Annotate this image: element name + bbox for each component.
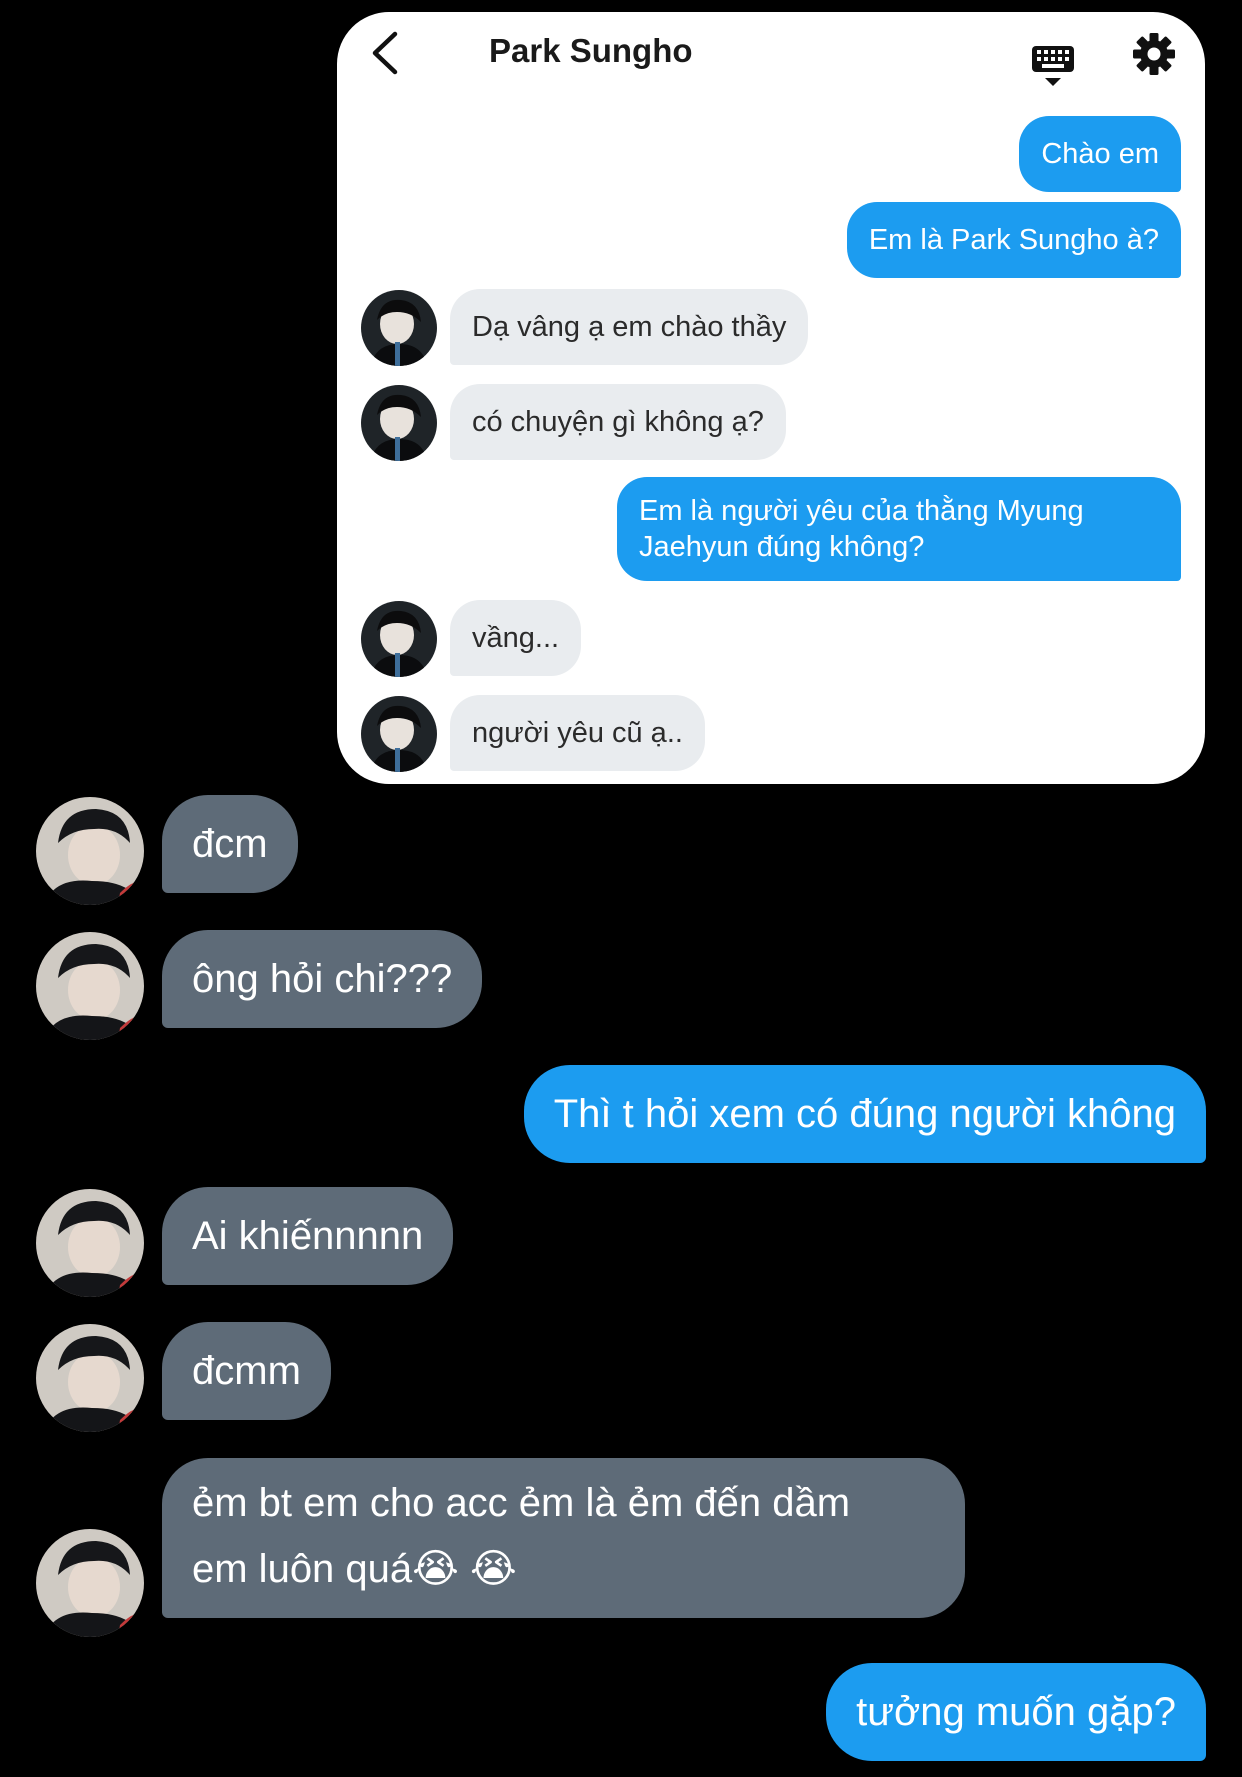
message-text: tưởng muốn gặp? (856, 1690, 1176, 1734)
message-text: Em là người yêu của thằng Myung (639, 495, 1084, 527)
avatar-photo (36, 1529, 144, 1637)
avatar (361, 601, 437, 677)
avatar-photo (36, 1189, 144, 1297)
message-text: ẻm bt em cho acc ẻm là ẻm đến dầm (192, 1481, 851, 1525)
message-text: có chuyện gì không ạ? (472, 406, 764, 438)
message-text: Em là Park Sungho à? (868, 224, 1159, 256)
chevron-left-icon[interactable] (367, 30, 407, 76)
message-bubble-sent: Em là Park Sungho à? (846, 202, 1181, 278)
avatar (361, 290, 437, 366)
avatar (36, 932, 144, 1040)
avatar-photo (36, 932, 144, 1040)
message-bubble-received: ẻm bt em cho acc ẻm là ẻm đến dầm em luô… (162, 1458, 965, 1618)
message-text: vầng... (472, 622, 560, 654)
message-text: Thì t hỏi xem có đúng người không (553, 1092, 1176, 1136)
message-text: Dạ vâng ạ em chào thầy (472, 311, 787, 343)
message-bubble-received: người yêu cũ ạ.. (450, 695, 705, 771)
message-bubble-sent: Chào em (1019, 116, 1181, 192)
avatar (361, 696, 437, 772)
message-text: đcmm (192, 1349, 301, 1393)
avatar (36, 797, 144, 905)
message-bubble-received: có chuyện gì không ạ? (450, 384, 786, 460)
avatar (36, 1324, 144, 1432)
avatar-photo (36, 797, 144, 905)
avatar (36, 1529, 144, 1637)
contact-name: Park Sungho (489, 32, 693, 69)
embedded-chat-card: Park Sungho Chào em Em là Park Sungho à?… (337, 12, 1205, 784)
message-bubble-received: vầng... (450, 600, 582, 676)
message-text: ông hỏi chi??? (192, 957, 453, 1001)
message-text: em luôn quá😭 😭 (192, 1547, 517, 1591)
message-text: Chào em (1041, 138, 1159, 170)
gear-icon[interactable] (1132, 32, 1176, 76)
message-bubble-received: Ai khiếnnnnn (162, 1187, 454, 1285)
avatar (361, 385, 437, 461)
message-text: người yêu cũ ạ.. (472, 717, 683, 749)
message-bubble-received: Dạ vâng ạ em chào thầy (450, 289, 809, 365)
message-bubble-received: đcmm (162, 1322, 331, 1420)
avatar-photo (361, 290, 437, 366)
avatar-photo (361, 385, 437, 461)
message-text: Jaehyun đúng không? (639, 531, 925, 563)
message-bubble-received: đcm (162, 795, 298, 893)
message-text: Ai khiếnnnnn (192, 1214, 424, 1258)
message-text: đcm (192, 822, 268, 866)
avatar-photo (36, 1324, 144, 1432)
avatar (36, 1189, 144, 1297)
avatar-photo (361, 601, 437, 677)
chat-header: Park Sungho (337, 12, 1205, 112)
message-bubble-sent: Thì t hỏi xem có đúng người không (523, 1065, 1206, 1163)
avatar-photo (361, 696, 437, 772)
message-bubble-sent: Em là người yêu của thằng Myung Jaehyun … (617, 477, 1181, 581)
keyboard-icon[interactable] (1031, 32, 1075, 90)
message-bubble-received: ông hỏi chi??? (162, 930, 483, 1028)
message-bubble-sent: tưởng muốn gặp? (826, 1663, 1206, 1761)
